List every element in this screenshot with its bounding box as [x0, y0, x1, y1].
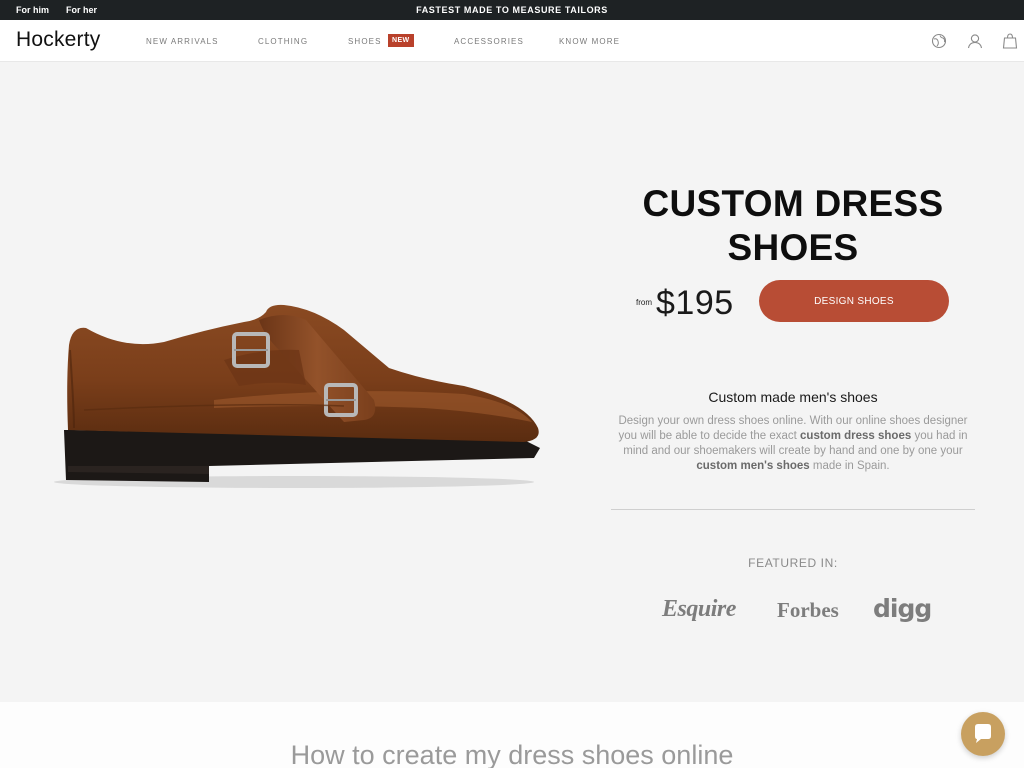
- chat-bubble-icon: [975, 724, 991, 743]
- bag-icon[interactable]: [1001, 32, 1019, 50]
- price: $195: [656, 284, 734, 322]
- site-header: Hockerty NEW ARRIVALS CLOTHING SHOES NEW…: [0, 20, 1024, 62]
- nav-shoes[interactable]: SHOES: [348, 37, 382, 46]
- top-bar: For him For her FASTEST MADE TO MEASURE …: [0, 0, 1024, 20]
- featured-in-label: FEATURED IN:: [748, 556, 838, 570]
- nav-accessories[interactable]: ACCESSORIES: [454, 37, 524, 46]
- logo[interactable]: Hockerty: [16, 28, 100, 52]
- section-subtitle: Custom made men's shoes: [708, 389, 878, 405]
- nav-new-arrivals[interactable]: NEW ARRIVALS: [146, 37, 219, 46]
- esquire-logo: Esquire: [662, 596, 736, 622]
- how-to-title: How to create my dress shoes online: [290, 740, 734, 768]
- description: Design your own dress shoes online. With…: [618, 415, 968, 472]
- digg-logo: digg: [873, 594, 932, 623]
- desc-highlight-2: custom men's shoes: [696, 460, 810, 472]
- globe-icon[interactable]: [930, 32, 948, 50]
- nav-know-more[interactable]: KNOW MORE: [559, 37, 620, 46]
- monk-strap-shoe-image: [54, 304, 540, 488]
- user-icon[interactable]: [966, 32, 984, 50]
- chat-button[interactable]: [961, 712, 1005, 756]
- nav-clothing[interactable]: CLOTHING: [258, 37, 308, 46]
- new-badge: NEW: [388, 34, 414, 47]
- desc-highlight-1: custom dress shoes: [800, 430, 912, 442]
- price-from-label: from: [636, 298, 652, 307]
- promo-text: FASTEST MADE TO MEASURE TAILORS: [416, 5, 608, 15]
- divider: [611, 509, 975, 510]
- design-shoes-button[interactable]: DESIGN SHOES: [759, 280, 949, 322]
- forbes-logo: Forbes: [777, 598, 839, 622]
- page-title: CUSTOM DRESS SHOES: [642, 183, 944, 268]
